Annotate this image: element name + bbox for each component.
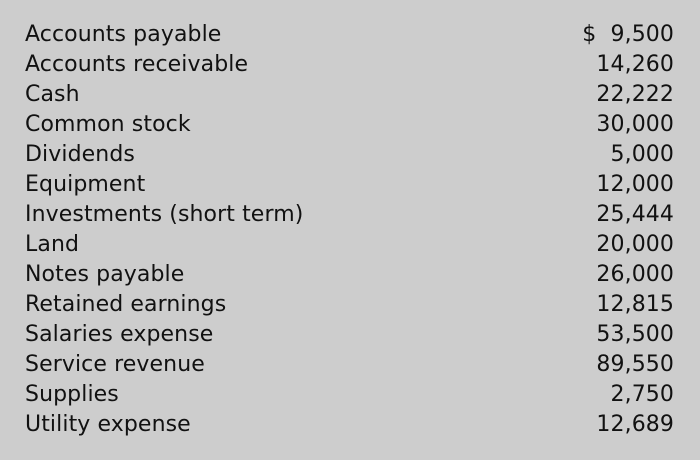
table-row: Investments (short term) 25,444 bbox=[0, 200, 700, 230]
table-row: Accounts payable $ 9,500 bbox=[0, 20, 700, 50]
table-row: Cash 22,222 bbox=[0, 80, 700, 110]
table-row: Land 20,000 bbox=[0, 230, 700, 260]
account-amount: 25,444 bbox=[596, 202, 674, 227]
account-amount: 30,000 bbox=[596, 112, 674, 137]
account-amount: 5,000 bbox=[610, 142, 674, 167]
account-amount: 12,000 bbox=[596, 172, 674, 197]
table-row: Service revenue 89,550 bbox=[0, 350, 700, 380]
account-name: Equipment bbox=[25, 172, 146, 197]
account-amount: 14,260 bbox=[596, 52, 674, 77]
table-row: Notes payable 26,000 bbox=[0, 260, 700, 290]
account-name: Cash bbox=[25, 82, 80, 107]
account-amount: 12,815 bbox=[596, 292, 674, 317]
table-row: Salaries expense 53,500 bbox=[0, 320, 700, 350]
account-name: Supplies bbox=[25, 382, 119, 407]
account-amount: 26,000 bbox=[596, 262, 674, 287]
account-amount: 53,500 bbox=[596, 322, 674, 347]
account-name: Retained earnings bbox=[25, 292, 227, 317]
account-amount: 89,550 bbox=[596, 352, 674, 377]
account-name: Common stock bbox=[25, 112, 191, 137]
table-row: Equipment 12,000 bbox=[0, 170, 700, 200]
account-name: Utility expense bbox=[25, 412, 191, 437]
account-balances-table: Accounts payable $ 9,500 Accounts receiv… bbox=[0, 20, 700, 440]
account-amount: 2,750 bbox=[610, 382, 674, 407]
table-row: Utility expense 12,689 bbox=[0, 410, 700, 440]
table-row: Supplies 2,750 bbox=[0, 380, 700, 410]
account-amount: $ 9,500 bbox=[582, 22, 674, 47]
account-name: Dividends bbox=[25, 142, 135, 167]
account-name: Notes payable bbox=[25, 262, 185, 287]
table-row: Common stock 30,000 bbox=[0, 110, 700, 140]
table-row: Accounts receivable 14,260 bbox=[0, 50, 700, 80]
account-amount: 20,000 bbox=[596, 232, 674, 257]
account-name: Accounts receivable bbox=[25, 52, 249, 77]
account-amount: 12,689 bbox=[596, 412, 674, 437]
table-row: Dividends 5,000 bbox=[0, 140, 700, 170]
account-amount: 22,222 bbox=[596, 82, 674, 107]
account-name: Service revenue bbox=[25, 352, 205, 377]
table-row: Retained earnings 12,815 bbox=[0, 290, 700, 320]
account-name: Accounts payable bbox=[25, 22, 222, 47]
account-name: Land bbox=[25, 232, 80, 257]
account-name: Salaries expense bbox=[25, 322, 214, 347]
account-name: Investments (short term) bbox=[25, 202, 304, 227]
